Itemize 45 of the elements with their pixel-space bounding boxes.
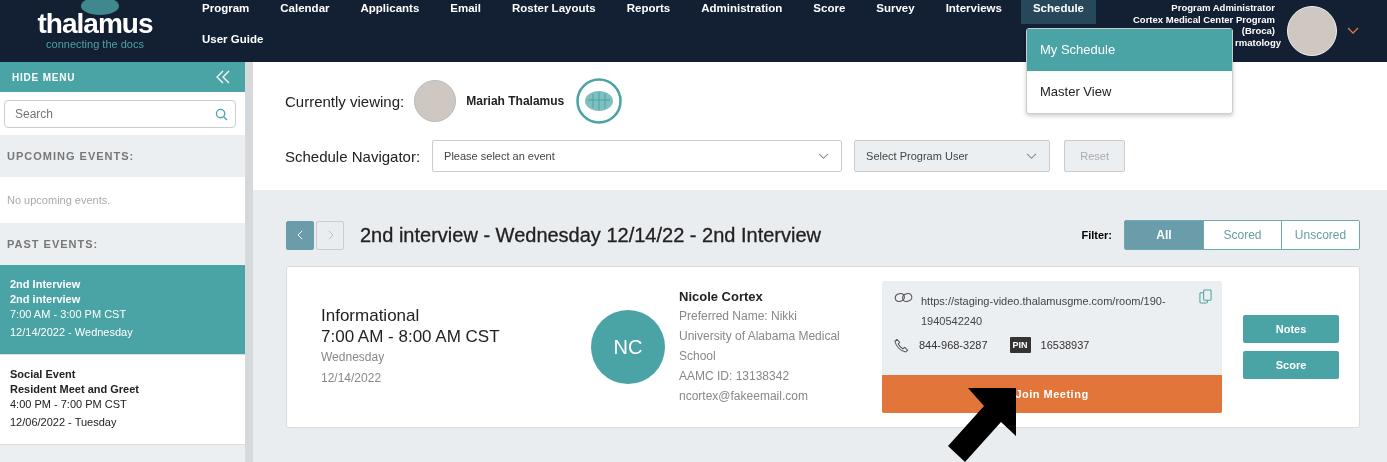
applicant-detail: University of Alabama Medical School <box>679 328 841 365</box>
interview-day: Wednesday <box>321 347 591 368</box>
nav-item[interactable]: Program <box>190 0 262 24</box>
user-info-text: Cortex Medical Center Program <box>1133 13 1275 25</box>
applicant-name: Nicole Cortex <box>679 288 764 306</box>
section-heading: PAST EVENTS: <box>6 237 100 252</box>
applicant-detail: Preferred Name: Nikki <box>679 308 799 325</box>
meeting-link[interactable]: https://staging-video.thalamusgme.com/room/190-1940542240 <box>921 291 1189 331</box>
nav-item[interactable]: Administration <box>689 0 795 24</box>
empty-message: No upcoming events. <box>7 194 111 206</box>
nav-item[interactable]: Interviews <box>933 0 1014 24</box>
user-info-text: Program Administrator <box>1171 2 1275 14</box>
section-heading: UPCOMING EVENTS: <box>6 149 136 164</box>
user-info-text: rmatology <box>1235 36 1281 48</box>
logo-tagline: connecting the docs <box>46 38 144 50</box>
nav-item[interactable]: Roster Layouts <box>500 0 608 24</box>
nav-item[interactable]: User Guide <box>190 31 276 55</box>
filter-label: Filter: <box>1081 229 1112 241</box>
currently-viewing-label: Currently viewing: <box>285 92 405 110</box>
search-field[interactable]: Search <box>4 100 236 128</box>
interview-date: 12/14/2022 <box>321 370 383 387</box>
event-select[interactable]: Please select an event <box>432 140 843 172</box>
initials-avatar: NC <box>591 310 665 384</box>
applicant-detail: AAMC ID: 13138342 <box>679 368 791 385</box>
pin-number: 16538937 <box>1040 339 1090 351</box>
schedule-navigator-label: Schedule Navigator: <box>285 147 421 165</box>
logo-wordmark[interactable]: thalamus <box>37 10 153 38</box>
nav-item[interactable]: Score <box>801 0 858 24</box>
nav-item[interactable]: Applicants <box>348 0 432 24</box>
interview-type: Informational <box>321 305 421 326</box>
nav-item[interactable]: Reports <box>614 0 683 24</box>
nav-item[interactable]: Schedule <box>1020 0 1097 24</box>
applicant-detail: ncortex@fakeemail.com <box>679 388 809 405</box>
phone-number: 844-968-3287 <box>919 339 988 351</box>
menu-item[interactable]: Master View <box>1027 71 1232 113</box>
schedule-title: 2nd interview - Wednesday 12/14/22 - 2nd Interview <box>360 223 821 247</box>
nav-item[interactable]: Survey <box>864 0 927 24</box>
event-list-item[interactable]: Social Event Resident Meet and Greet 4:00 PM - 7:00 PM CST 12/06/2022 - Tuesday <box>0 355 245 445</box>
nav-item[interactable]: Calendar <box>268 0 342 24</box>
user-info-text: (Broca) <box>1241 25 1275 37</box>
nav-item[interactable]: Email <box>438 0 493 24</box>
user-name: Mariah Thalamus <box>466 94 565 108</box>
program-user-select[interactable]: Select Program User <box>854 140 1051 172</box>
pin-badge: PIN <box>1009 337 1031 353</box>
interview-time: 7:00 AM - 8:00 AM CST <box>321 326 501 347</box>
